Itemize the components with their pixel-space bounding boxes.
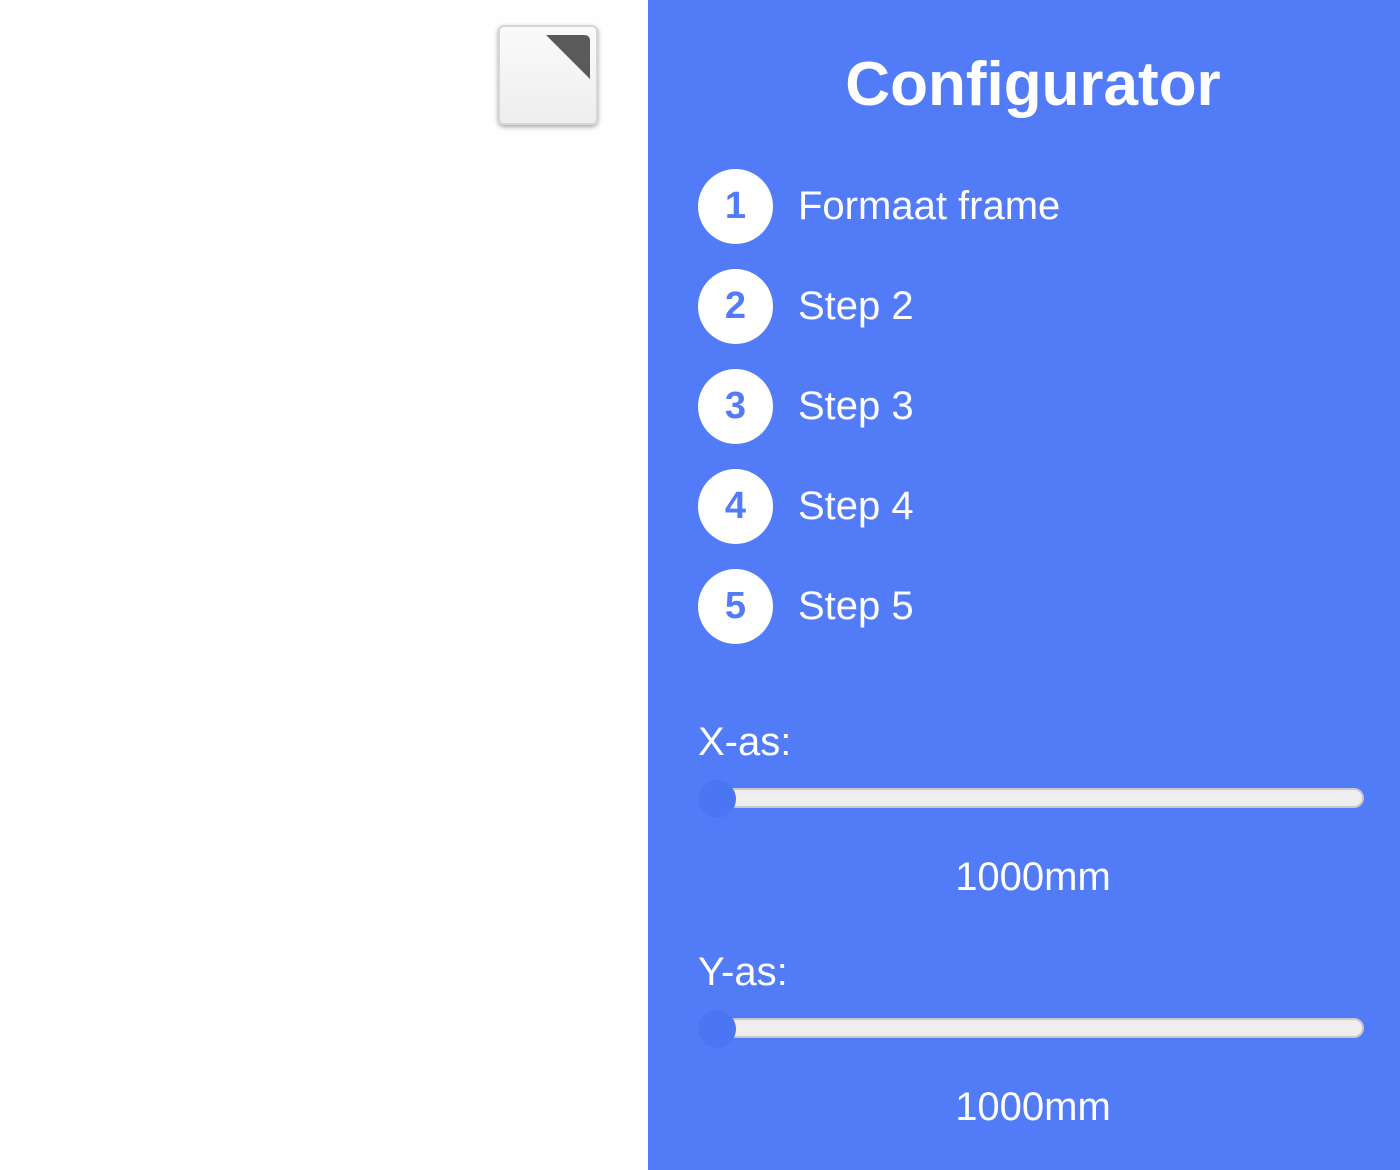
step-label: Step 2 <box>798 284 914 328</box>
step-item-2[interactable]: 2 Step 2 <box>698 269 1060 344</box>
step-label: Step 4 <box>798 484 914 528</box>
step-number-badge: 3 <box>698 369 773 444</box>
step-list: 1 Formaat frame 2 Step 2 3 Step 3 4 Step… <box>698 169 1060 669</box>
step-label: Step 3 <box>798 384 914 428</box>
x-axis-label: X-as: <box>698 720 792 764</box>
step-number-badge: 5 <box>698 569 773 644</box>
step-label: Step 5 <box>798 584 914 628</box>
step-item-3[interactable]: 3 Step 3 <box>698 369 1060 444</box>
x-axis-value: 1000mm <box>955 855 1111 899</box>
x-axis-slider[interactable] <box>698 780 1364 818</box>
app: Configurator 1 Formaat frame 2 Step 2 3 … <box>0 0 1400 1170</box>
y-axis-slider-thumb[interactable] <box>698 1010 736 1048</box>
step-number-badge: 4 <box>698 469 773 544</box>
step-item-4[interactable]: 4 Step 4 <box>698 469 1060 544</box>
panel-title: Configurator <box>845 50 1221 119</box>
fullscreen-button[interactable] <box>498 25 598 125</box>
y-axis-slider[interactable] <box>698 1010 1364 1048</box>
y-axis-value: 1000mm <box>955 1085 1111 1129</box>
x-axis-slider-thumb[interactable] <box>698 780 736 818</box>
step-number-badge: 2 <box>698 269 773 344</box>
step-item-1[interactable]: 1 Formaat frame <box>698 169 1060 244</box>
preview-canvas[interactable] <box>0 0 648 1170</box>
step-label: Formaat frame <box>798 184 1061 228</box>
step-number-badge: 1 <box>698 169 773 244</box>
y-axis-label: Y-as: <box>698 950 788 994</box>
step-item-5[interactable]: 5 Step 5 <box>698 569 1060 644</box>
configurator-panel: Configurator 1 Formaat frame 2 Step 2 3 … <box>648 0 1400 1170</box>
